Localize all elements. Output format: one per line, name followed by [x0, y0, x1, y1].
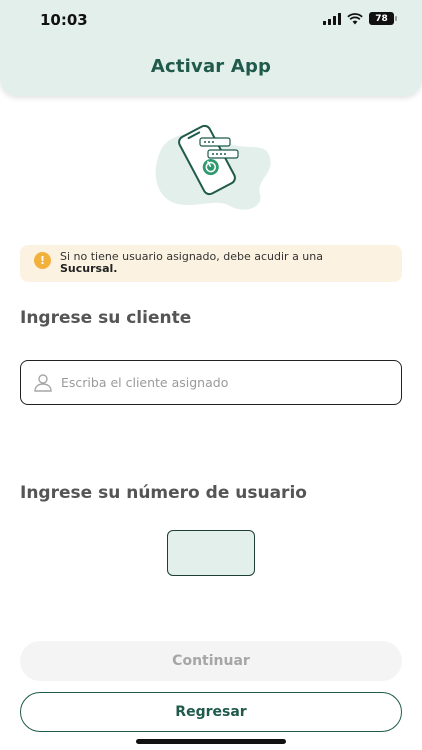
phone-power-illustration	[155, 124, 271, 210]
info-banner: ! Si no tiene usuario asignado, debe acu…	[20, 245, 402, 282]
status-time: 10:03	[40, 11, 88, 29]
continue-button[interactable]: Continuar	[20, 641, 402, 681]
activate-app-screen: 10:03 78 Activar App ! Si no tiene usuar…	[0, 0, 422, 750]
client-section-title: Ingrese su cliente	[20, 308, 192, 328]
battery-icon: 78	[369, 12, 397, 25]
client-field[interactable]	[20, 360, 402, 405]
info-branch-link: Sucursal.	[60, 262, 118, 275]
header: 10:03 78 Activar App	[0, 0, 422, 96]
back-button[interactable]: Regresar	[20, 692, 402, 732]
info-text: Si no tiene usuario asignado, debe acudi…	[60, 251, 360, 275]
home-indicator	[136, 739, 286, 744]
signal-icon	[323, 12, 341, 25]
client-input[interactable]	[61, 361, 391, 404]
wifi-icon	[347, 12, 363, 24]
user-number-input[interactable]	[167, 530, 255, 576]
exclamation-icon: !	[34, 252, 51, 269]
user-icon	[34, 374, 52, 392]
user-section-title: Ingrese su número de usuario	[20, 483, 307, 503]
page-title: Activar App	[150, 56, 272, 77]
status-icons: 78	[323, 12, 397, 25]
